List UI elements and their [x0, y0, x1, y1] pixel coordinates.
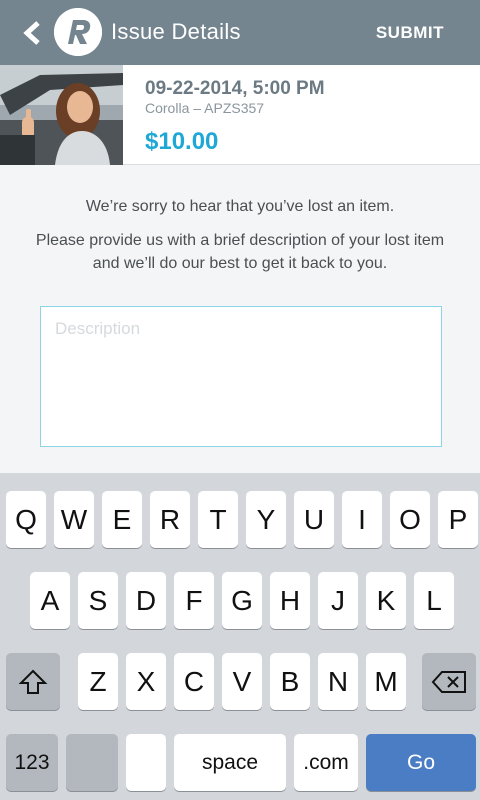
ride-summary-card: 09-22-2014, 5:00 PM Corolla – APZS357 $1… [0, 65, 480, 165]
submit-button[interactable]: SUBMIT [376, 23, 444, 43]
space-key[interactable]: space [174, 734, 286, 791]
driver-photo [0, 65, 123, 165]
key-x[interactable]: X [126, 653, 166, 710]
apology-message: We’re sorry to hear that you’ve lost an … [85, 198, 395, 215]
key-t[interactable]: T [198, 491, 238, 548]
page-title: Issue Details [111, 19, 241, 44]
key-z[interactable]: Z [78, 653, 118, 710]
key-q[interactable]: Q [6, 491, 46, 548]
key-a[interactable]: A [30, 572, 70, 629]
app-header: Issue Details SUBMIT [0, 0, 480, 65]
description-field[interactable] [40, 306, 442, 447]
key-o[interactable]: O [390, 491, 430, 548]
key-j[interactable]: J [318, 572, 358, 629]
key-e[interactable]: E [102, 491, 142, 548]
backspace-key[interactable] [422, 653, 476, 710]
shift-key[interactable] [6, 653, 60, 710]
key-s[interactable]: S [78, 572, 118, 629]
key-r[interactable]: R [150, 491, 190, 548]
key-g[interactable]: G [222, 572, 262, 629]
emoji-key[interactable] [66, 734, 118, 791]
key-v[interactable]: V [222, 653, 262, 710]
key-i[interactable]: I [342, 491, 382, 548]
key-c[interactable]: C [174, 653, 214, 710]
blank-key[interactable] [126, 734, 166, 791]
key-u[interactable]: U [294, 491, 334, 548]
key-k[interactable]: K [366, 572, 406, 629]
back-button[interactable] [22, 20, 42, 46]
key-b[interactable]: B [270, 653, 310, 710]
key-m[interactable]: M [366, 653, 406, 710]
instruction-message: Please provide us with a brief descripti… [35, 232, 445, 272]
dotcom-key[interactable]: .com [294, 734, 358, 791]
ride-price: $10.00 [145, 128, 219, 155]
key-p[interactable]: P [438, 491, 478, 548]
app-logo-icon [54, 8, 102, 56]
ride-date-time: 09-22-2014, 5:00 PM [145, 78, 325, 99]
chevron-left-icon [23, 21, 40, 45]
key-n[interactable]: N [318, 653, 358, 710]
key-d[interactable]: D [126, 572, 166, 629]
key-f[interactable]: F [174, 572, 214, 629]
keyboard: Q W E R T Y U I O P A S D F G H J K L Z … [0, 473, 480, 800]
go-key[interactable]: Go [366, 734, 476, 791]
backspace-icon [431, 670, 466, 693]
key-h[interactable]: H [270, 572, 310, 629]
key-l[interactable]: L [414, 572, 454, 629]
shift-icon [18, 669, 48, 694]
key-y[interactable]: Y [246, 491, 286, 548]
ride-car: Corolla – APZS357 [145, 100, 265, 116]
key-w[interactable]: W [54, 491, 94, 548]
numbers-key[interactable]: 123 [6, 734, 58, 791]
